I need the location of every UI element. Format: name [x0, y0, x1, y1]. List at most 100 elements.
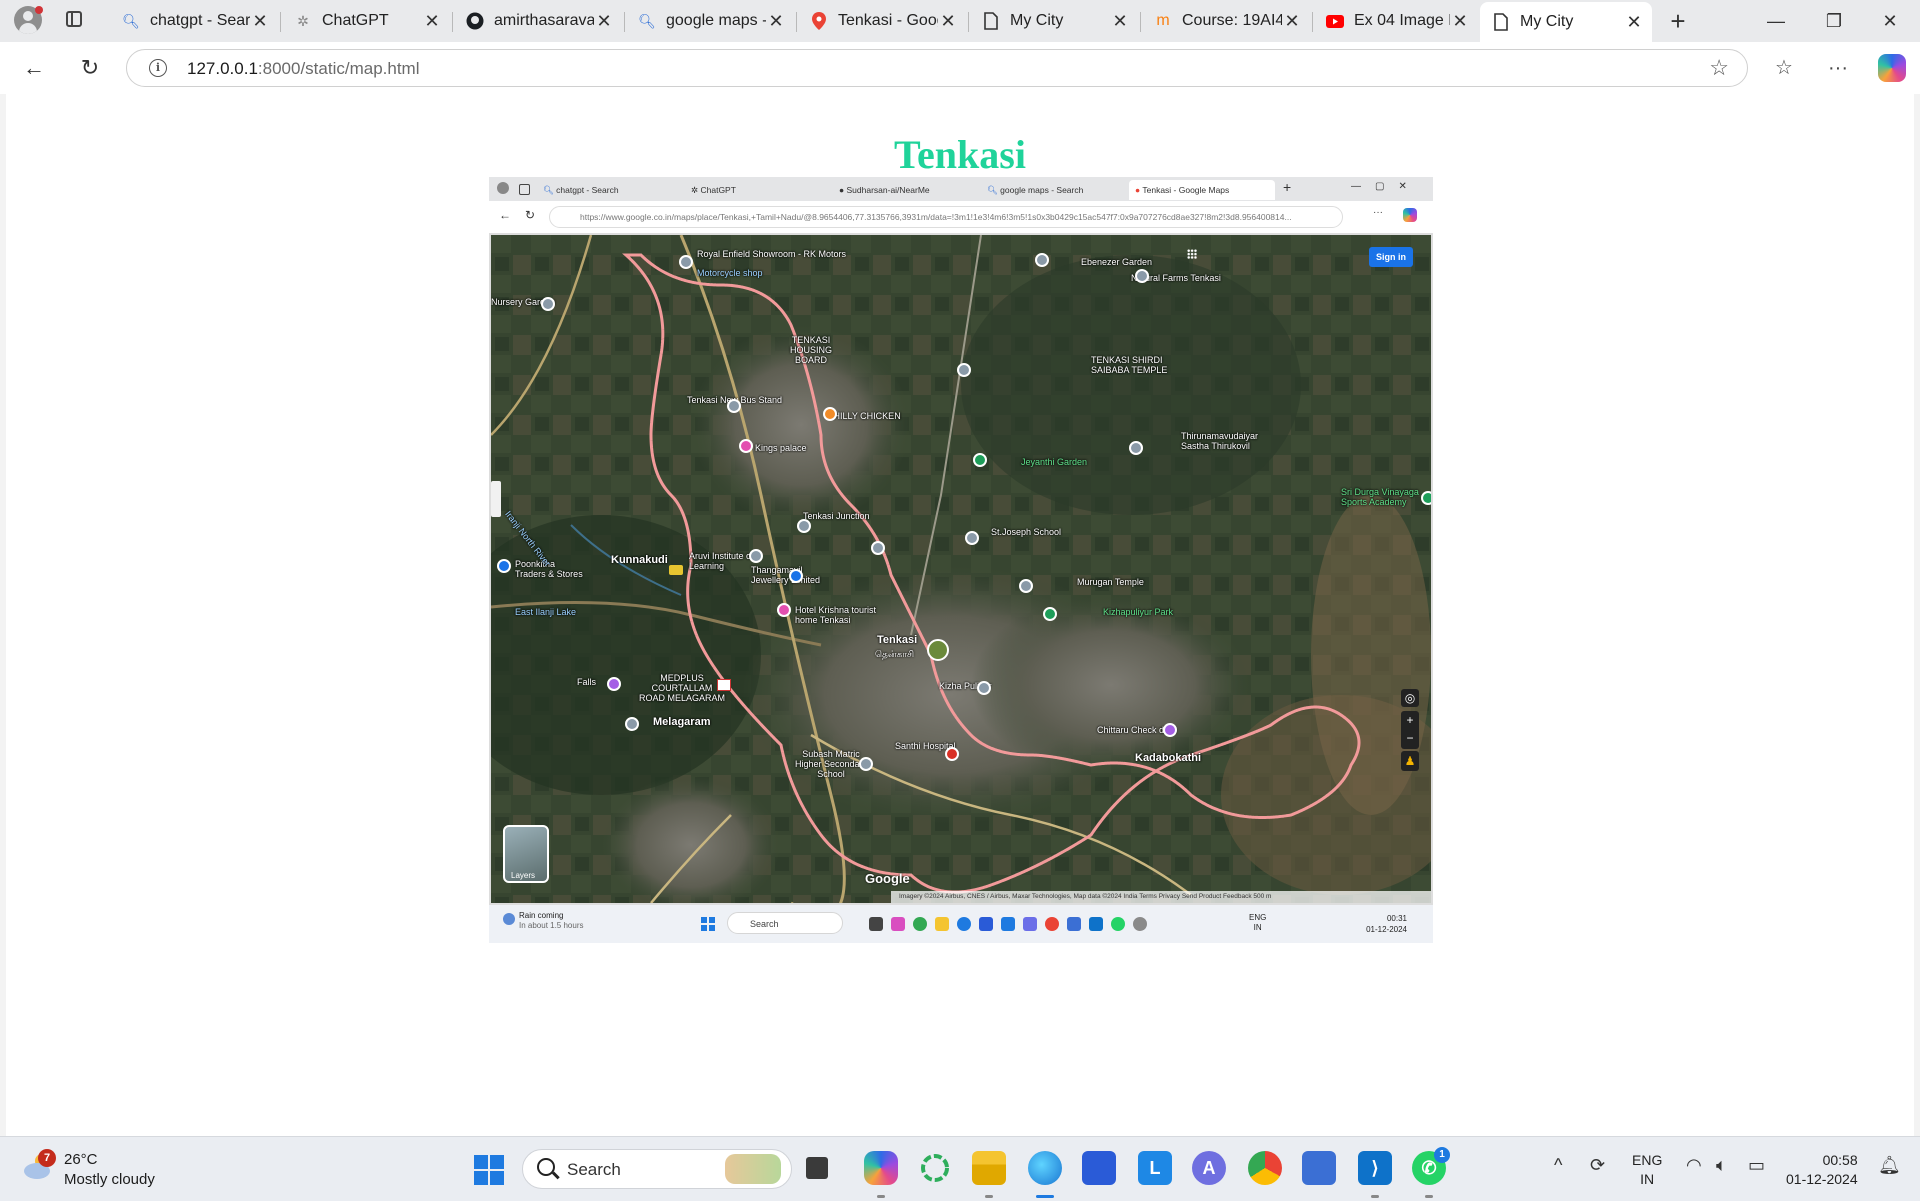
screenshot-tab: 🔍︎ google maps - Search — [987, 185, 1084, 195]
map-label: MEDPLUS COURTALLAM ROAD MELAGARAM — [639, 673, 726, 703]
tab-separator — [1312, 12, 1313, 32]
hotel-pin-icon — [777, 603, 791, 617]
close-icon[interactable]: ✕ — [250, 11, 270, 32]
place-pin-icon — [1019, 579, 1033, 593]
edge-icon[interactable] — [1028, 1151, 1062, 1185]
close-icon[interactable]: ✕ — [938, 11, 958, 32]
taskbar-search-box[interactable]: Search — [522, 1149, 792, 1189]
affinity-app-icon[interactable]: A — [1192, 1151, 1226, 1185]
search-icon: 🔍︎ — [122, 12, 140, 29]
search-icon: 🔍︎ — [638, 12, 656, 29]
map-label: Motorcycle shop — [697, 268, 763, 278]
start-button[interactable] — [474, 1155, 504, 1185]
weather-description[interactable]: Mostly cloudy — [64, 1171, 155, 1188]
weather-icon — [503, 913, 515, 925]
file-explorer-icon[interactable] — [972, 1151, 1006, 1185]
screenshot-tab-strip: 🔍︎ chatgpt - Search ✲ ChatGPT ● Sudharsa… — [489, 177, 1433, 201]
app-icon — [1067, 917, 1081, 931]
chrome-icon[interactable] — [1248, 1151, 1282, 1185]
moodle-icon: m — [1156, 12, 1170, 29]
map-label: Sri Durga Vinayaga Sports Academy — [1341, 487, 1419, 507]
minimize-button[interactable]: — — [1756, 4, 1796, 38]
input-language[interactable]: ENG IN — [1632, 1151, 1662, 1189]
map-label: Kings palace — [755, 443, 807, 453]
start-icon-tile — [474, 1171, 488, 1185]
tab-chatgpt[interactable]: ✲ ChatGPT ✕ — [282, 4, 450, 38]
shop-pin-icon — [497, 559, 511, 573]
new-tab-button[interactable]: + — [1664, 4, 1692, 38]
running-indicator — [1371, 1195, 1379, 1198]
circle-app-icon[interactable] — [918, 1151, 952, 1185]
map-label: தென்காசி — [875, 649, 915, 659]
close-icon[interactable]: ✕ — [422, 11, 442, 32]
more-options-icon[interactable]: ··· — [1822, 52, 1854, 84]
tab-chatgpt-search[interactable]: 🔍︎ chatgpt - Sear ✕ — [110, 4, 278, 38]
satellite-map: Royal Enfield Showroom - RK Motors Motor… — [491, 235, 1431, 903]
notepad-icon[interactable] — [1302, 1151, 1336, 1185]
l-app-icon[interactable]: L — [1138, 1151, 1172, 1185]
map-label: Tenkasi — [877, 634, 918, 646]
map-label: East Ilanji Lake — [515, 607, 577, 617]
tab-google-maps-search[interactable]: 🔍︎ google maps - ✕ — [626, 4, 794, 38]
microsoft-store-icon[interactable] — [1082, 1151, 1116, 1185]
tab-separator — [1140, 12, 1141, 32]
layers-button: Layers — [503, 825, 549, 883]
place-pin-icon — [965, 531, 979, 545]
close-icon[interactable]: ✕ — [1450, 11, 1470, 32]
favorites-icon[interactable]: ☆ — [1768, 52, 1800, 84]
profile-avatar-icon — [497, 182, 509, 194]
map-label: Melagaram — [653, 716, 711, 728]
park-pin-icon — [1043, 607, 1057, 621]
start-icon-tile — [490, 1155, 504, 1169]
address-bar[interactable]: i 127.0.0.1:8000/static/map.html ☆ — [126, 49, 1748, 87]
battery-icon[interactable]: ▭ — [1748, 1155, 1765, 1176]
tab-github[interactable]: amirthasaravar ✕ — [454, 4, 622, 38]
close-icon[interactable]: ✕ — [594, 11, 614, 32]
google-logo: Google — [865, 871, 910, 886]
map-label: Hotel Krishna tourist home Tenkasi — [795, 605, 877, 625]
place-pin-icon — [541, 297, 555, 311]
close-icon[interactable]: ✕ — [1110, 11, 1130, 32]
tab-course[interactable]: m Course: 19AI4 ✕ — [1142, 4, 1310, 38]
my-location-icon: ◎ — [1401, 689, 1419, 707]
close-icon[interactable]: ✕ — [1282, 11, 1302, 32]
tab-separator — [624, 12, 625, 32]
start-icon-tile — [490, 1171, 504, 1185]
wifi-icon[interactable]: ◠ — [1686, 1155, 1702, 1176]
tab-my-city-1[interactable]: My City ✕ — [970, 4, 1138, 38]
start-icon-tile — [474, 1155, 488, 1169]
app-icon — [869, 917, 883, 931]
favorite-star-icon[interactable]: ☆ — [1709, 55, 1729, 81]
screenshot-taskbar: Rain coming In about 1.5 hours Search ENG… — [489, 905, 1433, 943]
restore-button[interactable]: ❐ — [1814, 4, 1854, 38]
tab-my-city-active[interactable]: My City ✕ — [1480, 2, 1652, 42]
screenshot-tab: ✲ ChatGPT — [691, 185, 736, 195]
map-label: Kadabokathi — [1135, 752, 1202, 764]
app-icon — [1089, 917, 1103, 931]
refresh-button[interactable]: ↻ — [74, 52, 106, 84]
close-icon[interactable]: ✕ — [766, 11, 786, 32]
map-label: TENKASI SHIRDI SAIBABA TEMPLE — [1091, 355, 1168, 375]
copilot-app-icon[interactable] — [864, 1151, 898, 1185]
park-pin-icon — [973, 453, 987, 467]
tab-youtube[interactable]: Ex 04 Image M ✕ — [1314, 4, 1478, 38]
running-indicator — [985, 1195, 993, 1198]
weather-temperature[interactable]: 26°C — [64, 1151, 98, 1168]
close-window-button[interactable]: ✕ — [1870, 4, 1910, 38]
system-clock[interactable]: 00:58 01-12-2024 — [1786, 1151, 1858, 1189]
notification-bell-icon[interactable]: 🔔︎ — [1878, 1155, 1901, 1176]
windows-taskbar: 7 26°C Mostly cloudy Search L A ⟩ ✆ 1 ^ … — [0, 1136, 1920, 1201]
tab-actions-icon[interactable] — [66, 11, 82, 27]
app-icon — [1133, 917, 1147, 931]
page-title: Tenkasi — [894, 131, 1026, 177]
tab-tenkasi-google-maps[interactable]: Tenkasi - Goog ✕ — [798, 4, 966, 38]
back-button[interactable]: ← — [18, 52, 50, 84]
vscode-icon[interactable]: ⟩ — [1358, 1151, 1392, 1185]
task-view-icon[interactable] — [806, 1157, 828, 1179]
show-hidden-icons-chevron-up-icon[interactable]: ^ — [1554, 1155, 1562, 1176]
site-info-icon[interactable]: i — [149, 59, 167, 77]
volume-icon[interactable]: 🔈︎ — [1716, 1155, 1727, 1176]
close-icon[interactable]: ✕ — [1624, 12, 1644, 33]
copilot-icon[interactable] — [1878, 54, 1906, 82]
sync-icon[interactable]: ⟳ — [1590, 1155, 1605, 1176]
